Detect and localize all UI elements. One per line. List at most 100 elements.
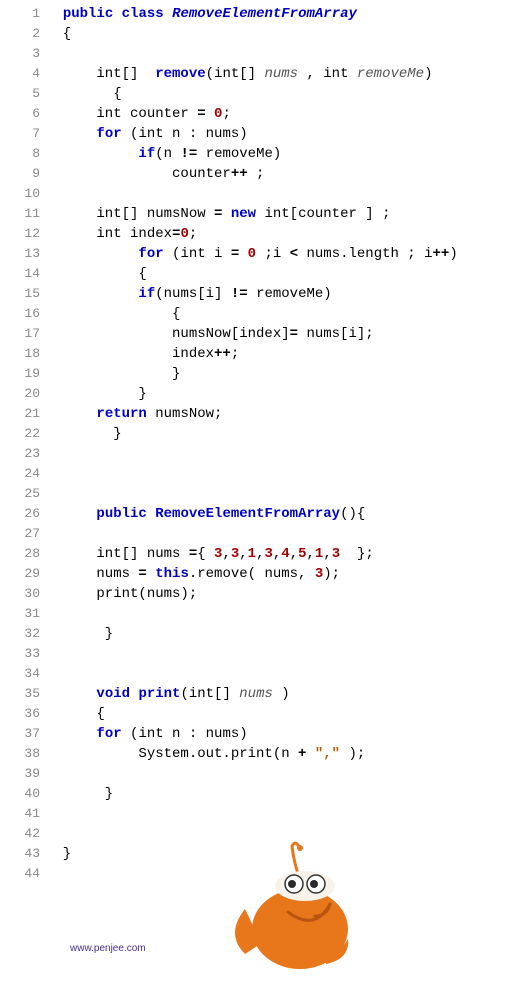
code-token: [46, 766, 54, 782]
code-line: {: [46, 704, 508, 724]
code-line: [46, 664, 508, 684]
code-token: [46, 666, 54, 682]
line-number: 9: [0, 164, 40, 184]
code-token: (n: [155, 146, 180, 162]
code-token: ,: [323, 546, 331, 562]
code-token: (int[]: [180, 686, 239, 702]
line-number: 28: [0, 544, 40, 564]
code-token: [46, 146, 138, 162]
footer-link[interactable]: www.penjee.com: [70, 943, 146, 954]
code-line: print(nums);: [46, 584, 508, 604]
code-area: public class RemoveElementFromArray { in…: [46, 0, 508, 884]
line-number: 27: [0, 524, 40, 544]
code-line: [46, 464, 508, 484]
code-line: }: [46, 364, 508, 384]
code-token: {: [46, 86, 122, 102]
code-token: ++: [214, 346, 231, 362]
code-line: [46, 644, 508, 664]
code-line: index++;: [46, 344, 508, 364]
code-token: =: [189, 546, 197, 562]
code-token: !=: [180, 146, 197, 162]
code-token: [46, 406, 96, 422]
line-number: 11: [0, 204, 40, 224]
code-token: 0: [180, 226, 188, 242]
line-number: 2: [0, 24, 40, 44]
code-token: }: [46, 786, 113, 802]
code-line: int[] nums ={ 3,3,1,3,4,5,1,3 };: [46, 544, 508, 564]
code-token: int counter: [46, 106, 197, 122]
code-token: removeMe: [357, 66, 424, 82]
code-line: return numsNow;: [46, 404, 508, 424]
code-token: }: [46, 626, 113, 642]
code-token: <: [290, 246, 298, 262]
code-line: System.out.print(n + "," );: [46, 744, 508, 764]
line-number: 32: [0, 624, 40, 644]
code-token: [164, 6, 172, 22]
code-token: [147, 566, 155, 582]
line-number: 4: [0, 64, 40, 84]
code-line: [46, 524, 508, 544]
line-number: 20: [0, 384, 40, 404]
code-token: [46, 506, 96, 522]
code-token: remove: [155, 66, 205, 82]
code-token: =: [231, 246, 239, 262]
line-number: 43: [0, 844, 40, 864]
code-line: {: [46, 264, 508, 284]
code-token: ;: [231, 346, 239, 362]
code-token: for: [96, 126, 121, 142]
line-number: 35: [0, 684, 40, 704]
code-line: {: [46, 84, 508, 104]
line-number: 37: [0, 724, 40, 744]
code-token: [46, 826, 54, 842]
code-token: print: [138, 686, 180, 702]
penjee-mascot-icon: [230, 834, 370, 974]
code-token: 3: [231, 546, 239, 562]
code-line: {: [46, 304, 508, 324]
code-token: (int[]: [206, 66, 265, 82]
line-number: 30: [0, 584, 40, 604]
code-token: numsNow;: [147, 406, 223, 422]
code-token: {: [197, 546, 214, 562]
code-token: [46, 286, 138, 302]
line-gutter: 1234567891011121314151617181920212223242…: [0, 0, 46, 884]
code-line: int[] numsNow = new int[counter ] ;: [46, 204, 508, 224]
code-token: ;: [248, 166, 265, 182]
code-token: [46, 6, 63, 22]
code-line: [46, 764, 508, 784]
line-number: 12: [0, 224, 40, 244]
code-token: int[counter ] ;: [256, 206, 390, 222]
code-token: (){: [340, 506, 365, 522]
line-number: 16: [0, 304, 40, 324]
code-token: ;: [222, 106, 230, 122]
line-number: 34: [0, 664, 40, 684]
code-token: [46, 246, 138, 262]
code-token: [46, 486, 54, 502]
code-token: ,: [222, 546, 230, 562]
line-number: 8: [0, 144, 40, 164]
code-token: [46, 526, 54, 542]
code-token: ;i: [256, 246, 290, 262]
code-token: 3: [332, 546, 340, 562]
line-number: 41: [0, 804, 40, 824]
code-token: [239, 246, 247, 262]
line-number: 10: [0, 184, 40, 204]
code-token: ): [424, 66, 432, 82]
code-token: 4: [281, 546, 289, 562]
code-token: ;: [189, 226, 197, 242]
code-token: new: [231, 206, 256, 222]
code-token: [46, 806, 54, 822]
line-number: 38: [0, 744, 40, 764]
code-token: RemoveElementFromArray: [172, 6, 357, 22]
code-token: {: [46, 306, 180, 322]
code-line: int[] remove(int[] nums , int removeMe): [46, 64, 508, 84]
code-token: [206, 106, 214, 122]
code-token: nums: [239, 686, 273, 702]
code-line: [46, 184, 508, 204]
code-line: counter++ ;: [46, 164, 508, 184]
code-token: for: [96, 726, 121, 742]
code-token: 3: [264, 546, 272, 562]
code-token: ,: [307, 546, 315, 562]
code-token: if: [138, 286, 155, 302]
code-token: , int: [298, 66, 357, 82]
line-number: 31: [0, 604, 40, 624]
